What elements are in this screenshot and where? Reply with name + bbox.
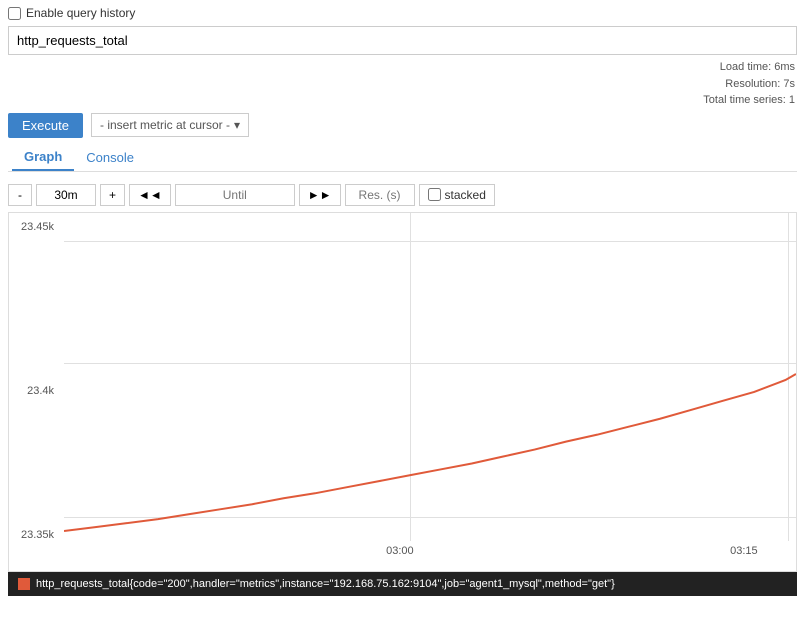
metric-placeholder-text: - insert metric at cursor - [100, 118, 230, 132]
enable-history-checkbox[interactable] [8, 7, 21, 20]
legend-color-swatch [18, 578, 30, 590]
resolution: Resolution: 7s [8, 76, 795, 93]
y-axis: 23.45k 23.4k 23.35k [9, 213, 64, 541]
chevron-down-icon: ▾ [234, 118, 240, 132]
chart-svg [64, 213, 796, 541]
enable-history-label: Enable query history [26, 6, 135, 20]
x-axis: 03:00 03:15 [64, 541, 796, 571]
graph-section: - + ◄◄ ►► stacked 23.45k 23.4k [0, 176, 805, 604]
y-label-1: 23.45k [13, 221, 60, 233]
legend-text: http_requests_total{code="200",handler="… [36, 578, 615, 590]
stacked-toggle[interactable]: stacked [419, 184, 495, 206]
meta-info: Load time: 6ms Resolution: 7s Total time… [8, 59, 797, 109]
toolbar: Execute - insert metric at cursor - ▾ [8, 113, 797, 138]
tab-console[interactable]: Console [74, 144, 146, 171]
time-range-input[interactable] [36, 184, 96, 206]
res-input[interactable] [345, 184, 415, 206]
legend-bar: http_requests_total{code="200",handler="… [8, 572, 797, 596]
enable-history-row: Enable query history [8, 6, 797, 20]
graph-controls: - + ◄◄ ►► stacked [8, 184, 797, 206]
y-label-2: 23.4k [13, 385, 60, 397]
y-label-3: 23.35k [13, 529, 60, 541]
chart-line [64, 374, 796, 531]
zoom-out-button[interactable]: - [8, 184, 32, 206]
top-bar: Enable query history Load time: 6ms Reso… [0, 0, 805, 604]
x-label-2: 03:15 [730, 545, 758, 557]
x-label-1: 03:00 [386, 545, 414, 557]
back-button[interactable]: ◄◄ [129, 184, 171, 206]
query-input[interactable] [8, 26, 797, 55]
forward-button[interactable]: ►► [299, 184, 341, 206]
stacked-label: stacked [445, 188, 486, 202]
metric-selector[interactable]: - insert metric at cursor - ▾ [91, 113, 249, 137]
chart-area [64, 213, 796, 541]
zoom-in-button[interactable]: + [100, 184, 125, 206]
until-input[interactable] [175, 184, 295, 206]
load-time: Load time: 6ms [8, 59, 795, 76]
execute-button[interactable]: Execute [8, 113, 83, 138]
stacked-checkbox[interactable] [428, 188, 441, 201]
tab-graph[interactable]: Graph [12, 144, 74, 171]
total-series: Total time series: 1 [8, 92, 795, 109]
tabs-row: Graph Console [8, 144, 797, 172]
graph-container: 23.45k 23.4k 23.35k 03:00 03:15 [8, 212, 797, 572]
